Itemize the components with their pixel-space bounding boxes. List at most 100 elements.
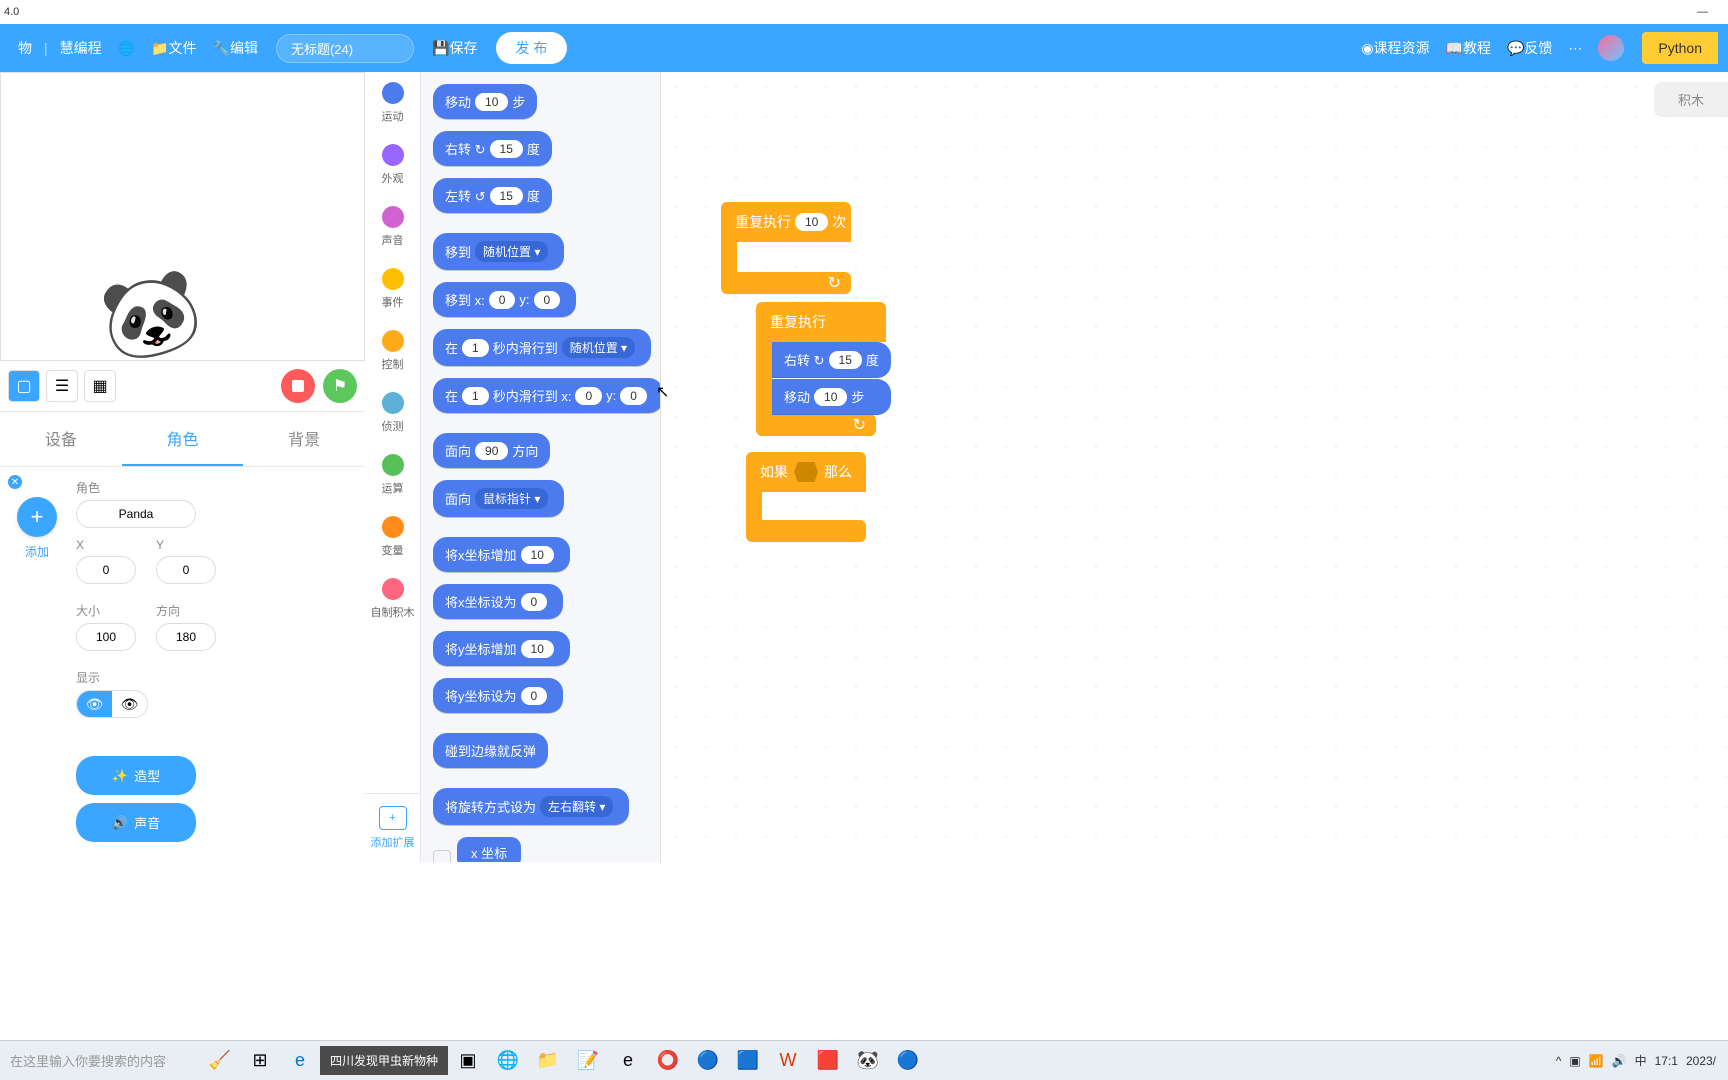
app4-icon[interactable]: 🔵 [890, 1043, 926, 1079]
tray-app-icon[interactable]: ▣ [1569, 1054, 1580, 1068]
block-x-position[interactable]: x 坐标 [457, 837, 521, 862]
block-glide-random[interactable]: 在1秒内滑行到随机位置 ▾ [433, 329, 651, 366]
x-input[interactable] [76, 556, 136, 584]
app2-icon[interactable]: 🟦 [730, 1043, 766, 1079]
app-version: 4.0 [4, 6, 19, 18]
clock-time[interactable]: 17:1 [1655, 1054, 1678, 1068]
avatar[interactable] [1598, 35, 1624, 61]
save-button[interactable]: 💾 保存 [432, 38, 477, 58]
go-button[interactable]: ⚑ [323, 369, 357, 403]
block-goto-xy[interactable]: 移到 x:0y:0 [433, 282, 576, 317]
block-rotation-style[interactable]: 将旋转方式设为左右翻转 ▾ [433, 788, 629, 825]
panda-sprite[interactable]: 🐼 [91, 257, 212, 374]
menu-app[interactable]: 慧编程 [60, 38, 102, 58]
view-small-button[interactable]: ▢ [8, 370, 40, 402]
category-运算[interactable]: 运算 [371, 454, 415, 496]
script-workspace[interactable]: 积木 重复执行10次 ↻ 重复执行 ↻ 右转 ↻15度 移动10步 如果那么 ↖ [661, 72, 1728, 862]
block-set-x[interactable]: 将x坐标设为0 [433, 584, 563, 619]
globe-icon[interactable]: 🌐 [118, 40, 135, 57]
cleanup-icon[interactable]: 🧹 [202, 1043, 238, 1079]
app3-icon[interactable]: 🟥 [810, 1043, 846, 1079]
y-input[interactable] [156, 556, 216, 584]
category-声音[interactable]: 声音 [371, 206, 415, 248]
tray-chevron-icon[interactable]: ^ [1556, 1054, 1562, 1068]
more-icon[interactable]: ⋯ [1568, 40, 1582, 57]
project-name-input[interactable]: 无标题(24) [276, 34, 414, 63]
sound-button[interactable]: 🔊 声音 [76, 803, 196, 842]
stop-button[interactable] [281, 369, 315, 403]
extension-icon: + [379, 806, 407, 830]
visibility-toggle[interactable]: 👁 👁 [76, 690, 148, 718]
costume-button[interactable]: ✨ 造型 [76, 756, 196, 795]
word-icon[interactable]: 📝 [570, 1043, 606, 1079]
tutorial-link[interactable]: 📖 教程 [1446, 38, 1491, 58]
block-glide-xy[interactable]: 在1秒内滑行到 x:0y:0 [433, 378, 661, 413]
category-控制[interactable]: 控制 [371, 330, 415, 372]
close-sprite-icon[interactable]: ✕ [8, 475, 22, 489]
block-inner-move[interactable]: 移动10步 [772, 379, 891, 415]
block-turn-right[interactable]: 右转 ↻15度 [433, 131, 552, 166]
python-button[interactable]: Python [1642, 32, 1718, 64]
news-widget[interactable]: 四川发现甲虫新物种 [320, 1046, 448, 1075]
view-list-button[interactable]: ☰ [46, 370, 78, 402]
category-事件[interactable]: 事件 [371, 268, 415, 310]
show-icon[interactable]: 👁 [77, 691, 112, 717]
chrome-icon[interactable]: ⭕ [650, 1043, 686, 1079]
ime-indicator[interactable]: 中 [1635, 1052, 1647, 1069]
block-goto-random[interactable]: 移到随机位置 ▾ [433, 233, 564, 270]
view-grid-button[interactable]: ▦ [84, 370, 116, 402]
wifi-icon[interactable]: 📶 [1589, 1054, 1604, 1068]
edge-icon[interactable]: 🌐 [490, 1043, 526, 1079]
block-change-y[interactable]: 将y坐标增加10 [433, 631, 570, 666]
category-变量[interactable]: 变量 [371, 516, 415, 558]
hide-icon[interactable]: 👁 [112, 691, 147, 717]
volume-icon[interactable]: 🔊 [1612, 1054, 1627, 1068]
block-point-mouse[interactable]: 面向鼠标指针 ▾ [433, 480, 564, 517]
wps-icon[interactable]: W [770, 1043, 806, 1079]
block-move[interactable]: 移动10步 [433, 84, 537, 119]
category-外观[interactable]: 外观 [371, 144, 415, 186]
block-change-x[interactable]: 将x坐标增加10 [433, 537, 570, 572]
block-set-y[interactable]: 将y坐标设为0 [433, 678, 563, 713]
tab-background[interactable]: 背景 [243, 412, 365, 466]
xpos-checkbox[interactable] [433, 850, 451, 863]
tab-device[interactable]: 设备 [0, 412, 122, 466]
feedback-link[interactable]: 💬 反馈 [1507, 38, 1552, 58]
category-侦测[interactable]: 侦测 [371, 392, 415, 434]
windows-taskbar[interactable]: 在这里输入你要搜索的内容 🧹 ⊞ e 四川发现甲虫新物种 ▣ 🌐 📁 📝 e ⭕… [0, 1040, 1728, 1080]
block-if[interactable]: 如果那么 [746, 452, 866, 542]
size-input[interactable] [76, 623, 136, 651]
edit-menu[interactable]: 🔧 编辑 [213, 38, 258, 58]
workspace-tab-blocks[interactable]: 积木 [1654, 82, 1728, 117]
system-tray[interactable]: ^ ▣ 📶 🔊 中 17:1 2023/ [1552, 1052, 1728, 1069]
block-point-direction[interactable]: 面向90方向 [433, 433, 550, 468]
add-extension-button[interactable]: + 添加扩展 [365, 793, 420, 862]
panda-app-icon[interactable]: 🐼 [850, 1043, 886, 1079]
tab-sprite[interactable]: 角色 [122, 412, 244, 466]
block-repeat-n[interactable]: 重复执行10次 ↻ [721, 202, 851, 294]
category-运动[interactable]: 运动 [371, 82, 415, 124]
category-dot-icon [382, 516, 404, 538]
course-link[interactable]: ◉ 课程资源 [1361, 38, 1429, 58]
file-menu[interactable]: 📁 文件 [151, 38, 196, 58]
direction-input[interactable] [156, 623, 216, 651]
block-inner-turn[interactable]: 右转 ↻15度 [772, 342, 891, 378]
block-edge-bounce[interactable]: 碰到边缘就反弹 [433, 733, 548, 768]
publish-button[interactable]: 发 布 [496, 32, 568, 64]
sprite-name-input[interactable] [76, 500, 196, 528]
browser-icon[interactable]: e [610, 1043, 646, 1079]
terminal-icon[interactable]: ▣ [450, 1043, 486, 1079]
menu-product[interactable]: 物 [18, 38, 32, 58]
explorer-icon[interactable]: 📁 [530, 1043, 566, 1079]
block-forever[interactable]: 重复执行 ↻ 右转 ↻15度 移动10步 [756, 302, 886, 436]
block-turn-left[interactable]: 左转 ↺15度 [433, 178, 552, 213]
ie-icon[interactable]: e [282, 1043, 318, 1079]
app1-icon[interactable]: 🔵 [690, 1043, 726, 1079]
name-label: 角色 [76, 479, 347, 496]
category-自制积木[interactable]: 自制积木 [371, 578, 415, 620]
block-palette[interactable]: 移动10步 右转 ↻15度 左转 ↺15度 移到随机位置 ▾ 移到 x:0y:0… [421, 72, 661, 862]
add-sprite-button[interactable]: + [17, 497, 57, 537]
taskbar-search[interactable]: 在这里输入你要搜索的内容 [0, 1051, 200, 1070]
taskview-icon[interactable]: ⊞ [242, 1043, 278, 1079]
stage-tabs: 设备 角色 背景 [0, 412, 365, 467]
